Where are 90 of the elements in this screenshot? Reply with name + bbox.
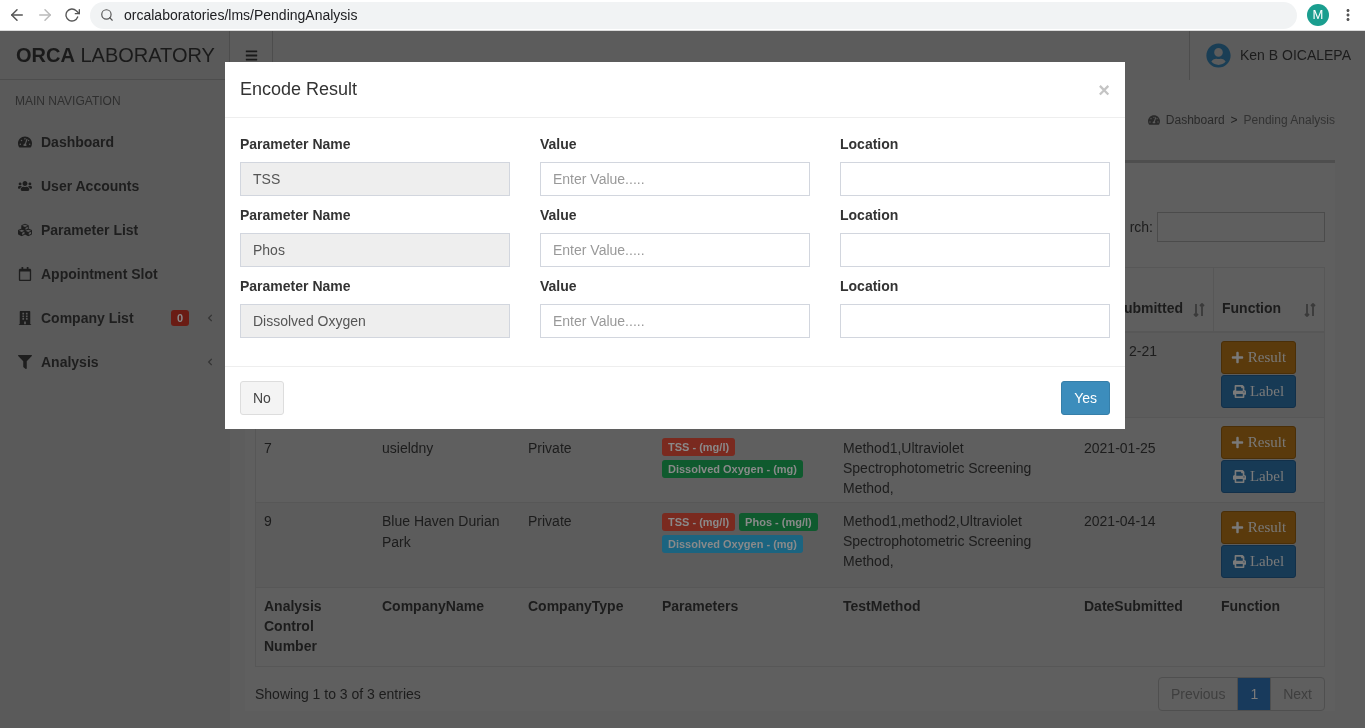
count-badge: 0 xyxy=(170,309,189,327)
field-label: Value xyxy=(540,206,578,225)
parameter-tag: Dissolved Oxygen - (mg) xyxy=(662,535,803,553)
plus-icon xyxy=(1230,351,1244,364)
parameter-tag: Phos - (mg/l) xyxy=(739,513,818,531)
sort-icon[interactable] xyxy=(1304,303,1316,317)
location-field[interactable] xyxy=(840,233,1110,267)
add-result-button[interactable]: Result xyxy=(1221,511,1296,544)
dashboard-icon xyxy=(1147,114,1160,126)
location-field[interactable] xyxy=(840,304,1110,338)
breadcrumb-separator: > xyxy=(1230,112,1238,129)
yes-button[interactable]: Yes xyxy=(1061,381,1110,415)
sidebar-item[interactable]: Company List 0 xyxy=(0,296,230,340)
column-footer: Parameters xyxy=(662,596,827,616)
sidebar-item[interactable]: User Accounts xyxy=(0,164,230,208)
field-label: Parameter Name xyxy=(240,277,352,296)
column-footer: CompanyType xyxy=(528,596,646,616)
nav-icon xyxy=(18,135,32,149)
nav-icon xyxy=(18,267,32,281)
close-button[interactable]: × xyxy=(1098,79,1110,100)
print-label-button[interactable]: Label xyxy=(1221,375,1296,408)
no-button[interactable]: No xyxy=(240,381,284,415)
printer-icon xyxy=(1232,385,1246,398)
table-cell: Private xyxy=(528,513,572,529)
table-cell-text: Method1,Ultraviolet Spectrophotometric Screening Method, xyxy=(843,439,1033,498)
field-label: Location xyxy=(840,206,900,225)
search-label: rch: xyxy=(1129,217,1153,237)
column-header[interactable]: Function xyxy=(1222,298,1282,319)
field-label: Value xyxy=(540,277,578,296)
modal-title: Encode Result xyxy=(240,78,358,101)
forward-icon[interactable] xyxy=(36,6,54,24)
column-footer: Function xyxy=(1221,596,1316,616)
url-text: orcalaboratories/lms/PendingAnalysis xyxy=(124,5,358,25)
parameter-tag: Dissolved Oxygen - (mg) xyxy=(662,460,803,478)
sidebar-item[interactable]: Appointment Slot xyxy=(0,252,230,296)
table-cell: 2021-01-25 xyxy=(1084,440,1156,456)
column-footer: TestMethod xyxy=(843,596,1068,616)
nav-icon xyxy=(18,223,32,237)
entries-info: Showing 1 to 3 of 3 entries xyxy=(255,684,421,704)
column-footer: DateSubmitted xyxy=(1084,596,1205,616)
pagination-button[interactable]: 1 xyxy=(1237,678,1271,710)
table-cell-text: Method1,method2,Ultraviolet Spectrophotometric Screening Method, xyxy=(843,512,1033,571)
sidebar-item[interactable]: Analysis xyxy=(0,340,230,384)
field-label: Location xyxy=(840,135,900,154)
sidebar-item[interactable]: Parameter List xyxy=(0,208,230,252)
value-field[interactable]: Enter Value..... xyxy=(540,162,810,196)
print-label-button[interactable]: Label xyxy=(1221,460,1296,493)
user-name[interactable]: Ken B OICALEPA xyxy=(1240,45,1351,66)
field-label: Location xyxy=(840,277,900,296)
nav-icon xyxy=(18,355,32,369)
plus-icon xyxy=(1230,521,1244,534)
sort-icon[interactable] xyxy=(1193,303,1205,317)
plus-icon xyxy=(1230,436,1244,449)
table-cell: 9 xyxy=(264,513,272,529)
field-label: Parameter Name xyxy=(240,135,352,154)
printer-icon xyxy=(1232,470,1246,483)
user-avatar-icon xyxy=(1206,43,1231,68)
address-bar[interactable]: orcalaboratories/lms/PendingAnalysis xyxy=(90,1,1297,29)
add-result-button[interactable]: Result xyxy=(1221,426,1296,459)
table-cell-text: 2-21 xyxy=(1128,342,1157,361)
column-header[interactable]: ubmitted xyxy=(1123,298,1183,319)
profile-avatar[interactable]: M xyxy=(1307,4,1329,26)
value-field[interactable]: Enter Value..... xyxy=(540,233,810,267)
parameter-name-field[interactable]: Dissolved Oxygen xyxy=(240,304,510,338)
printer-icon xyxy=(1232,555,1246,568)
value-field[interactable]: Enter Value..... xyxy=(540,304,810,338)
table-cell: 7 xyxy=(264,440,272,456)
field-label: Parameter Name xyxy=(240,206,352,225)
table-cell: usieldny xyxy=(382,440,434,456)
nav-icon xyxy=(18,179,32,193)
back-icon[interactable] xyxy=(8,6,26,24)
field-label: Value xyxy=(540,135,578,154)
nav-icon xyxy=(18,311,32,325)
menu-toggle-icon[interactable] xyxy=(244,49,258,62)
column-footer: CompanyName xyxy=(382,596,512,616)
reload-icon[interactable] xyxy=(64,7,80,23)
parameter-tag: TSS - (mg/l) xyxy=(662,513,736,531)
parameter-tag: TSS - (mg/l) xyxy=(662,438,736,456)
location-field[interactable] xyxy=(840,162,1110,196)
print-label-button[interactable]: Label xyxy=(1221,545,1296,578)
add-result-button[interactable]: Result xyxy=(1221,341,1296,374)
table-cell: Blue Haven Durian Park xyxy=(382,513,500,550)
brand-logo[interactable]: ORCA LABORATORY xyxy=(16,40,215,70)
parameter-name-field[interactable]: Phos xyxy=(240,233,510,267)
sidebar-item[interactable]: Dashboard xyxy=(0,120,230,164)
parameter-name-field[interactable]: TSS xyxy=(240,162,510,196)
column-footer: Analysis Control Number xyxy=(264,596,366,656)
search-icon xyxy=(100,8,114,22)
table-cell: Private xyxy=(528,440,572,456)
table-cell: 2021-04-14 xyxy=(1084,513,1156,529)
